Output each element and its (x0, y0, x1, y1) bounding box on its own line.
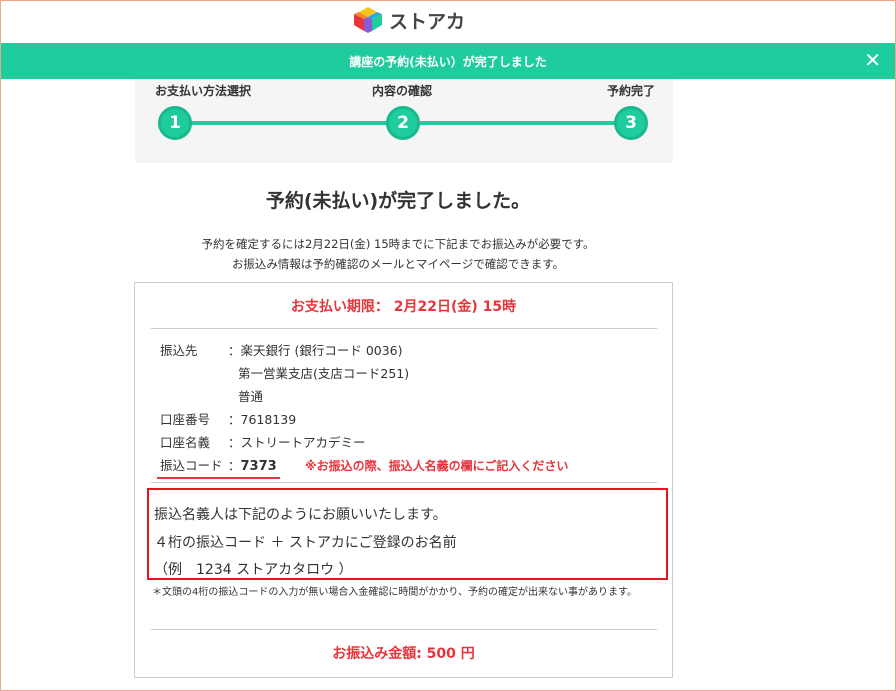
progress-steps: お支払い方法選択 内容の確認 予約完了 1 2 3 (135, 79, 673, 163)
transfer-code-note: ※お振込の際、振込人名義の欄にご記入ください (305, 459, 569, 473)
intro-line-2: お振込み情報は予約確認のメールとマイページで確認できます。 (231, 257, 565, 271)
intro-line-1: 予約を確定するには2月22日(金) 15時までに下記までお振込みが必要です。 (201, 237, 595, 251)
step-label-3: 予約完了 (607, 84, 656, 98)
account-number-label: 口座番号 (160, 412, 211, 427)
banner-message: 講座の予約(未払い）が完了しました (349, 54, 547, 69)
colorful-cube-logo-icon (354, 7, 382, 33)
success-banner: 講座の予約(未払い）が完了しました ✕ (1, 43, 895, 79)
transfer-to-type: 普通 (238, 389, 264, 404)
instruction-line-3: （例 1234 ストアカタロウ ） (154, 562, 353, 578)
logo-text: ストアカ (389, 10, 466, 33)
transfer-to-label: 振込先 (160, 343, 198, 358)
instruction-line-2: ４桁の振込コード ＋ ストアカにご登録のお名前 (154, 535, 457, 551)
instruction-line-1: 振込名義人は下記のようにお願いいたします。 (154, 507, 447, 523)
payment-info-card: お支払い期限： 2月22日(金) 15時 振込先 ：楽天銀行 (銀行コード 00… (134, 282, 673, 678)
account-name-label: 口座名義 (160, 435, 211, 450)
divider (151, 328, 657, 329)
close-icon[interactable]: ✕ (864, 49, 881, 71)
site-header: ストアカ (1, 1, 895, 43)
transfer-code-prefix: ： (228, 458, 241, 473)
transfer-code-underline (157, 477, 280, 479)
transfer-name-instruction-box: 振込名義人は下記のようにお願いいたします。 ４桁の振込コード ＋ ストアカにご登… (147, 488, 668, 580)
divider (151, 482, 657, 483)
account-name-value: ：ストリートアカデミー (228, 435, 366, 450)
step-circle-1: 1 (158, 106, 192, 140)
transfer-code-value: 7373 (240, 459, 277, 474)
transfer-code: ：7373 (228, 455, 277, 474)
transfer-to-branch: 第一営業支店(支店コード251) (238, 366, 410, 381)
transfer-to-bank: ：楽天銀行 (銀行コード 0036) (228, 343, 403, 358)
transfer-code-label: 振込コード (160, 458, 223, 473)
transfer-code-warning: ＊文頭の4桁の振込コードの入力が無い場合入金確認に時間がかかり、予約の確定が出来… (152, 587, 637, 598)
step-circle-3: 3 (614, 106, 648, 140)
account-number-value: ：7618139 (228, 412, 297, 427)
logo[interactable]: ストアカ (351, 5, 471, 35)
step-label-2: 内容の確認 (372, 84, 433, 98)
page-title: 予約(未払い)が完了しました。 (265, 190, 531, 212)
transfer-amount: お振込み金額: 500 円 (332, 646, 475, 662)
step-circle-2: 2 (386, 106, 420, 140)
payment-deadline: お支払い期限： 2月22日(金) 15時 (290, 299, 517, 315)
divider (151, 629, 657, 630)
step-label-1: お支払い方法選択 (155, 84, 252, 98)
